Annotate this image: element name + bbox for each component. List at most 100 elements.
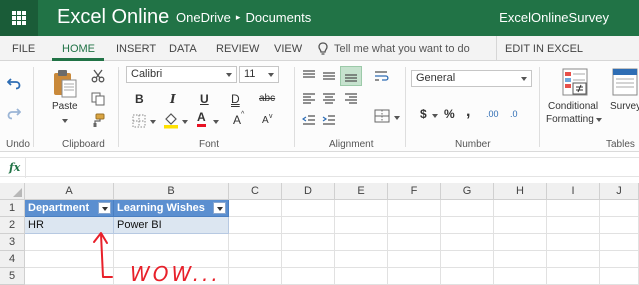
- grid-cell[interactable]: [547, 234, 600, 251]
- conditional-formatting-label-2[interactable]: Formatting: [546, 114, 594, 126]
- grid-cell[interactable]: [282, 200, 335, 217]
- tab-file[interactable]: FILE: [12, 43, 35, 55]
- grid-cell[interactable]: [547, 251, 600, 268]
- grid-cell[interactable]: [25, 234, 114, 251]
- currency-button[interactable]: $: [420, 107, 427, 121]
- align-center-icon[interactable]: [322, 93, 336, 105]
- grid-cell[interactable]: [494, 251, 547, 268]
- align-right-icon[interactable]: [344, 93, 358, 105]
- italic-button[interactable]: I: [170, 92, 176, 106]
- paste-dropdown-icon[interactable]: [62, 119, 68, 123]
- grid-cell[interactable]: [282, 268, 335, 285]
- grid-cell[interactable]: [388, 234, 441, 251]
- column-header-g[interactable]: G: [441, 183, 494, 200]
- strikethrough-button[interactable]: abc: [259, 93, 275, 104]
- format-painter-icon[interactable]: [91, 113, 105, 127]
- table-cell[interactable]: HR: [25, 217, 114, 234]
- row-header-4[interactable]: 4: [0, 251, 25, 268]
- wrap-text-icon[interactable]: [374, 70, 390, 84]
- grow-font-button[interactable]: A: [233, 113, 241, 127]
- grid-cell[interactable]: [282, 217, 335, 234]
- tab-insert[interactable]: INSERT: [116, 43, 156, 55]
- decrease-indent-icon[interactable]: [302, 114, 316, 126]
- grid-cell[interactable]: [441, 200, 494, 217]
- column-header-i[interactable]: I: [547, 183, 600, 200]
- underline-button[interactable]: U: [200, 92, 209, 106]
- undo-icon[interactable]: [7, 76, 21, 90]
- column-header-h[interactable]: H: [494, 183, 547, 200]
- document-title[interactable]: ExcelOnlineSurvey: [499, 10, 609, 25]
- borders-icon[interactable]: [132, 114, 146, 128]
- conditional-formatting-dropdown-icon[interactable]: [596, 118, 602, 122]
- redo-icon[interactable]: [7, 106, 21, 120]
- bold-button[interactable]: B: [135, 92, 144, 106]
- grid-cell[interactable]: [282, 251, 335, 268]
- grid-cell[interactable]: [441, 251, 494, 268]
- column-header-a[interactable]: A: [25, 183, 114, 200]
- edit-in-excel-button[interactable]: EDIT IN EXCEL: [505, 43, 583, 55]
- tab-review[interactable]: REVIEW: [216, 43, 259, 55]
- borders-dropdown-icon[interactable]: [150, 120, 156, 124]
- align-left-icon[interactable]: [302, 93, 316, 105]
- copy-icon[interactable]: [91, 92, 105, 106]
- grid-cell[interactable]: [25, 251, 114, 268]
- table-header-cell[interactable]: Learning Wishes: [114, 200, 229, 217]
- cut-icon[interactable]: [91, 69, 105, 83]
- increase-decimal-button[interactable]: .00: [486, 108, 499, 120]
- grid-cell[interactable]: [114, 268, 229, 285]
- row-header-5[interactable]: 5: [0, 268, 25, 285]
- tab-view[interactable]: VIEW: [274, 43, 302, 55]
- column-header-b[interactable]: B: [114, 183, 229, 200]
- grid-cell[interactable]: [600, 217, 639, 234]
- survey-icon[interactable]: [612, 68, 638, 96]
- grid-cell[interactable]: [494, 217, 547, 234]
- breadcrumb-onedrive[interactable]: OneDrive: [176, 10, 231, 25]
- grid-cell[interactable]: [388, 268, 441, 285]
- grid-cell[interactable]: [335, 234, 388, 251]
- grid-cell[interactable]: [335, 251, 388, 268]
- grid-cell[interactable]: [388, 200, 441, 217]
- grid-cell[interactable]: [441, 234, 494, 251]
- grid-cell[interactable]: [600, 200, 639, 217]
- row-header-1[interactable]: 1: [0, 200, 25, 217]
- font-size-select[interactable]: 11: [239, 66, 279, 83]
- filter-dropdown-icon[interactable]: [98, 202, 111, 214]
- tell-me-box[interactable]: Tell me what you want to do: [318, 42, 470, 56]
- merge-center-icon[interactable]: [374, 109, 390, 123]
- align-bottom-button[interactable]: [340, 66, 362, 86]
- shrink-font-button[interactable]: A: [262, 115, 269, 126]
- grid-cell[interactable]: [600, 251, 639, 268]
- spreadsheet-grid[interactable]: A B C D E F G H I J 1 2 3 4 5 Department…: [0, 183, 639, 285]
- table-header-cell[interactable]: Department: [25, 200, 114, 217]
- grid-cell[interactable]: [494, 268, 547, 285]
- filter-dropdown-icon[interactable]: [213, 202, 226, 214]
- align-middle-icon[interactable]: [322, 70, 336, 82]
- tab-data[interactable]: DATA: [169, 43, 197, 55]
- paste-icon[interactable]: [53, 69, 77, 99]
- table-cell[interactable]: Power BI: [114, 217, 229, 234]
- increase-indent-icon[interactable]: [322, 114, 336, 126]
- grid-cell[interactable]: [335, 200, 388, 217]
- number-format-select[interactable]: General: [411, 70, 532, 87]
- grid-cell[interactable]: [114, 234, 229, 251]
- grid-cell[interactable]: [388, 251, 441, 268]
- app-name[interactable]: Excel Online: [57, 6, 169, 29]
- survey-label[interactable]: Survey: [610, 101, 639, 113]
- grid-cell[interactable]: [441, 268, 494, 285]
- currency-dropdown-icon[interactable]: [432, 114, 438, 118]
- grid-cell[interactable]: [547, 268, 600, 285]
- fill-color-dropdown-icon[interactable]: [182, 120, 188, 124]
- font-color-button[interactable]: A: [197, 111, 206, 127]
- grid-cell[interactable]: [547, 217, 600, 234]
- fill-color-icon[interactable]: [163, 112, 179, 129]
- grid-cell[interactable]: [229, 251, 282, 268]
- grid-cell[interactable]: [229, 234, 282, 251]
- select-all-corner[interactable]: [0, 183, 25, 200]
- paste-label[interactable]: Paste: [52, 101, 78, 113]
- tab-home[interactable]: HOME: [62, 43, 95, 55]
- grid-cell[interactable]: [494, 234, 547, 251]
- conditional-formatting-icon[interactable]: [562, 68, 588, 96]
- row-header-2[interactable]: 2: [0, 217, 25, 234]
- grid-cell[interactable]: [494, 200, 547, 217]
- fx-icon[interactable]: fx: [9, 161, 20, 174]
